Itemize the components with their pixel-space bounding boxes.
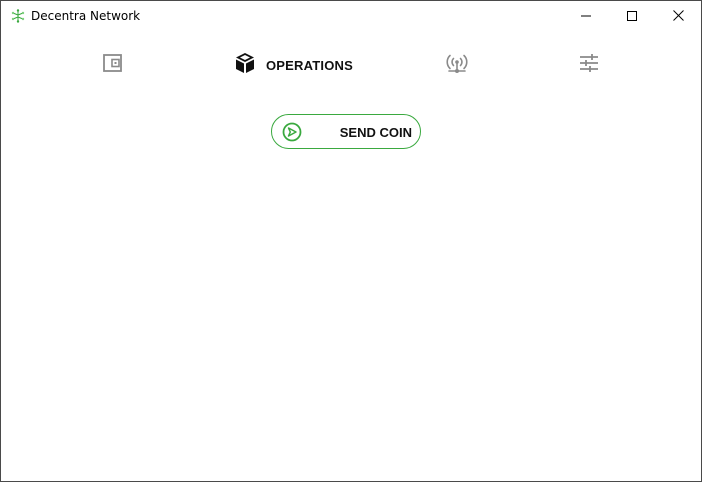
nav-item-operations-label: OPERATIONS — [266, 57, 353, 73]
send-coin-label: SEND COIN — [339, 125, 412, 140]
wallet-icon — [103, 53, 123, 77]
close-icon — [672, 8, 684, 26]
nav-item-operations[interactable]: OPERATIONS — [234, 47, 353, 83]
minimize-icon — [581, 8, 591, 26]
nav-item-network[interactable] — [445, 47, 471, 83]
maximize-icon — [627, 8, 637, 26]
sliders-icon — [578, 53, 600, 78]
send-arrow-circle-icon — [282, 122, 302, 142]
close-button[interactable] — [655, 1, 701, 32]
nav-item-wallet[interactable] — [103, 47, 127, 83]
window-title: Decentra Network — [31, 9, 141, 23]
cube-icon — [234, 52, 256, 79]
send-coin-button[interactable]: SEND COIN — [271, 114, 421, 149]
nav-item-settings[interactable] — [578, 47, 602, 83]
app-window: Decentra Network OPERATIONS SEND COIN — [0, 0, 702, 482]
title-bar[interactable]: Decentra Network — [1, 1, 701, 32]
app-logo-icon — [11, 9, 25, 23]
maximize-button[interactable] — [609, 1, 655, 32]
main-nav: OPERATIONS — [1, 47, 701, 83]
broadcast-tower-icon — [445, 52, 469, 79]
minimize-button[interactable] — [563, 1, 609, 32]
